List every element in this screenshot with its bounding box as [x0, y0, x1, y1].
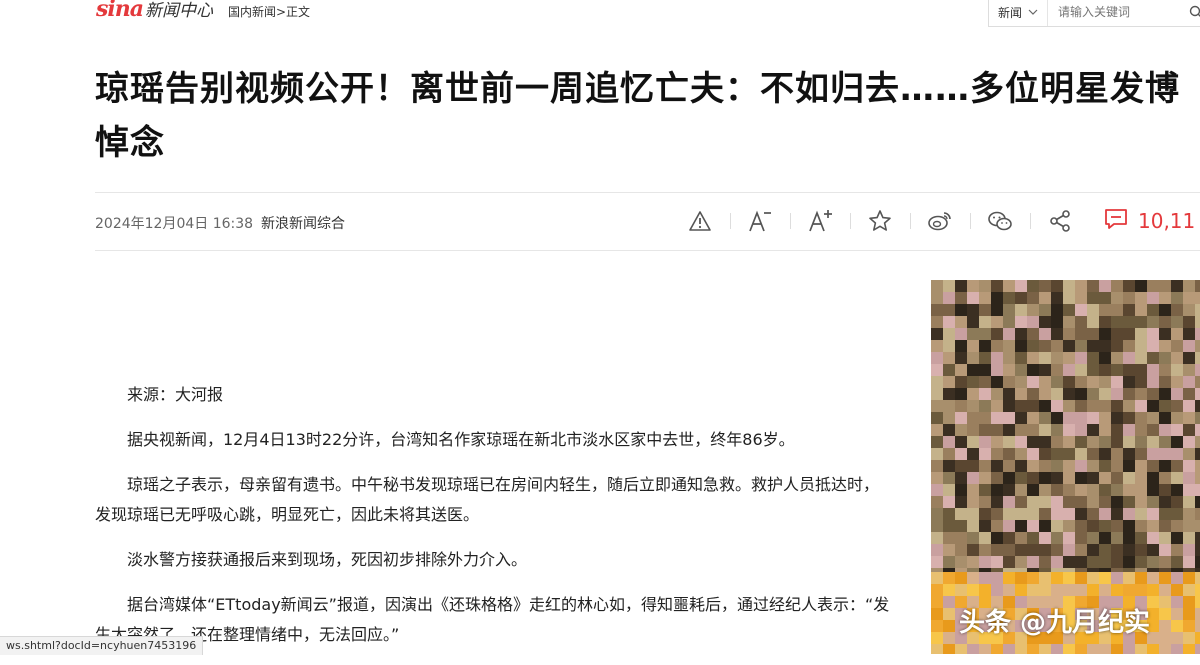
article-paragraph: 据央视新闻，12月4日13时22分许，台湾知名作家琼瑶在新北市淡水区家中去世，终… [127, 430, 795, 449]
comment-icon [1104, 208, 1128, 234]
article-paragraph: 琼瑶之子表示，母亲留有遗书。中午秘书发现琼瑶已在房间内轻生，随后立即通知急救。救… [95, 475, 880, 524]
star-icon[interactable] [850, 203, 910, 239]
sidebar-image[interactable] [931, 280, 1200, 572]
article-toolbar [670, 203, 1090, 239]
sidebar-banner[interactable]: 头条 @九月纪实 [931, 572, 1200, 654]
font-increase-icon[interactable] [790, 203, 850, 239]
article-paragraph: 来源：大河报 [127, 385, 224, 404]
logo-sina-text: sina [96, 0, 144, 22]
sina-news-logo[interactable]: sina 新闻中心 [96, 0, 213, 22]
search-input[interactable] [1056, 4, 1185, 20]
share-icon[interactable] [1030, 203, 1090, 239]
divider [95, 250, 1200, 251]
comment-count: 10,11 [1138, 209, 1196, 233]
search-category-select[interactable]: 新闻 [989, 0, 1048, 26]
watermark-text: 头条 @九月纪实 [959, 608, 1151, 638]
chevron-down-icon [1028, 7, 1038, 18]
logo-news-center-text: 新闻中心 [145, 1, 213, 21]
article-title: 琼瑶告别视频公开！离世前一周追忆亡夫：不如归去……多位明星发博悼念 [95, 69, 1180, 163]
comment-button[interactable]: 10,11 [1104, 203, 1195, 239]
top-bar: sina 新闻中心 国内新闻>正文 新闻 [0, 0, 1200, 30]
breadcrumb[interactable]: 国内新闻>正文 [228, 3, 310, 20]
article-source[interactable]: 新浪新闻综合 [261, 213, 345, 233]
article-paragraph: 据台湾媒体“ETtoday新闻云”报道，因演出《还珠格格》走红的林心如，得知噩耗… [95, 595, 890, 644]
weibo-icon[interactable] [910, 203, 970, 239]
search-box: 新闻 [988, 0, 1200, 27]
pixelated-image [931, 280, 1200, 572]
status-bar-url: ws.shtml?docId=ncyhuen7453196 [0, 636, 204, 655]
search-category-label: 新闻 [997, 5, 1022, 20]
breadcrumb-text[interactable]: 国内新闻>正文 [228, 5, 310, 19]
search-icon[interactable] [1189, 4, 1200, 23]
wechat-icon[interactable] [970, 203, 1030, 239]
article-body: 来源：大河报 据央视新闻，12月4日13时22分许，台湾知名作家琼瑶在新北市淡水… [95, 380, 890, 665]
article-paragraph: 淡水警方接获通报后来到现场，死因初步排除外力介入。 [127, 550, 528, 569]
divider [95, 192, 1200, 193]
font-decrease-icon[interactable] [730, 203, 790, 239]
publish-date: 2024年12月04日 16:38 [95, 216, 254, 232]
warning-icon[interactable] [670, 203, 730, 239]
